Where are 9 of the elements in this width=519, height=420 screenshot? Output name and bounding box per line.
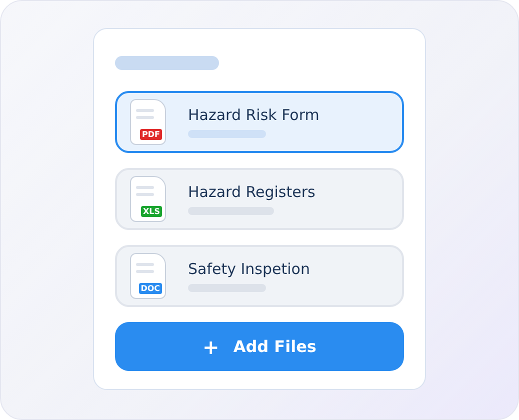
file-item[interactable]: XLS Hazard Registers <box>115 168 404 230</box>
file-item[interactable]: PDF Hazard Risk Form <box>115 91 404 153</box>
file-name: Safety Inspetion <box>188 260 310 278</box>
file-type-tag: DOC <box>138 283 162 294</box>
file-item[interactable]: DOC Safety Inspetion <box>115 245 404 307</box>
file-type-tag: PDF <box>140 129 162 140</box>
file-name: Hazard Risk Form <box>188 106 320 124</box>
file-type-tag: XLS <box>140 206 162 217</box>
file-name: Hazard Registers <box>188 183 316 201</box>
